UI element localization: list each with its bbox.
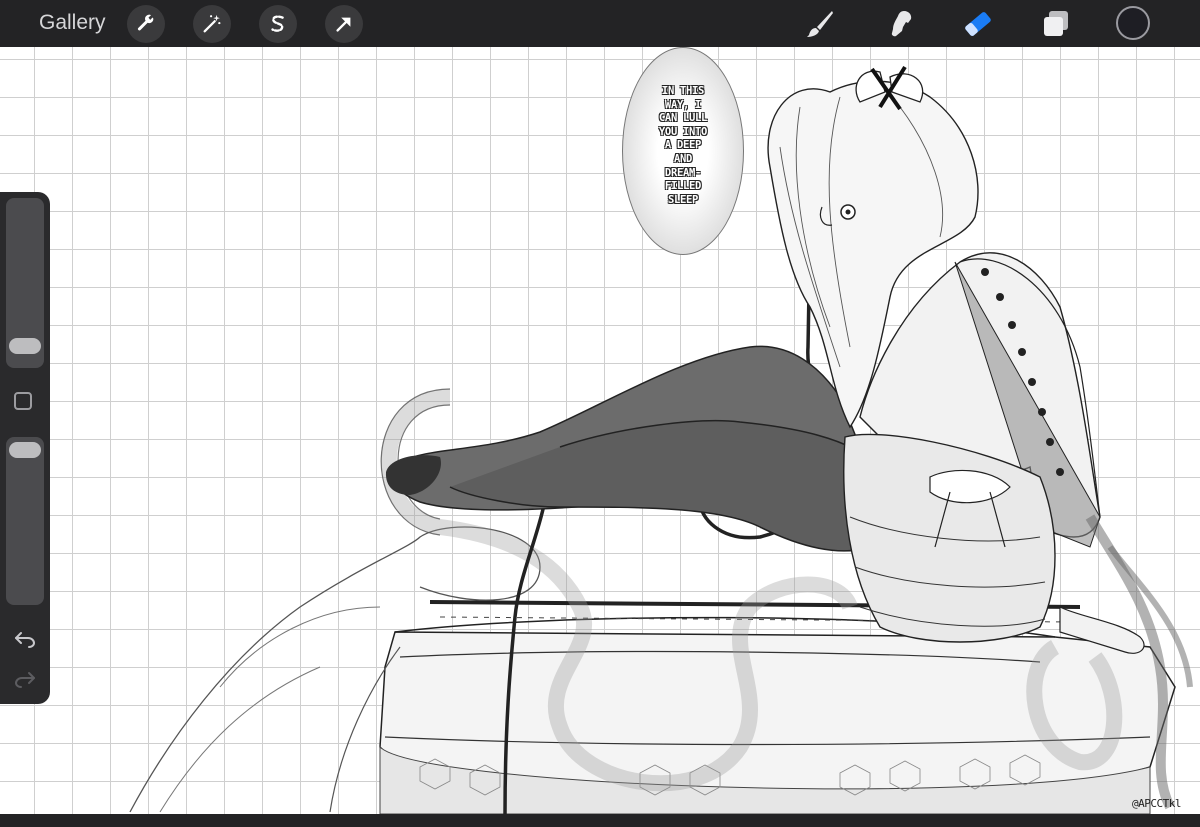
brush-size-thumb[interactable] xyxy=(9,338,41,354)
eraser-icon xyxy=(965,12,991,36)
wrench-icon xyxy=(137,14,154,31)
adjustments-button[interactable] xyxy=(193,5,231,43)
smudge-button[interactable] xyxy=(882,6,918,42)
brush-icon xyxy=(807,11,833,37)
bubble-line: FILLED xyxy=(664,180,702,193)
brush-size-slider[interactable] xyxy=(6,198,44,368)
selection-s-icon xyxy=(271,15,284,32)
bubble-line: YOU INTO xyxy=(658,125,708,138)
transform-button[interactable] xyxy=(325,5,363,43)
drawing-canvas[interactable]: IN THIS WAY, I CAN LULL YOU INTO A DEEP … xyxy=(0,47,1200,814)
smudge-icon xyxy=(891,11,912,37)
bubble-line: AND xyxy=(673,152,693,165)
modify-button[interactable] xyxy=(14,392,32,410)
layers-icon xyxy=(1044,11,1068,36)
eraser-button[interactable] xyxy=(960,6,996,42)
artwork-illustration xyxy=(129,65,1193,814)
opacity-slider[interactable] xyxy=(6,437,44,605)
actions-button[interactable] xyxy=(127,5,165,43)
left-sidebar xyxy=(0,192,50,704)
bubble-line: SLEEP xyxy=(667,193,699,206)
gallery-button[interactable]: Gallery xyxy=(39,11,106,35)
undo-icon[interactable] xyxy=(13,629,37,649)
opacity-thumb[interactable] xyxy=(9,442,41,458)
redo-icon[interactable] xyxy=(13,669,37,689)
magic-wand-icon xyxy=(203,14,221,33)
top-toolbar: Gallery xyxy=(0,0,1200,47)
brush-button[interactable] xyxy=(802,6,838,42)
bubble-line: DREAM- xyxy=(664,166,702,179)
layers-button[interactable] xyxy=(1038,6,1074,42)
speech-bubble-text: IN THIS WAY, I CAN LULL YOU INTO A DEEP … xyxy=(646,85,720,207)
artist-signature: @APCCTkl xyxy=(1132,797,1181,810)
transform-arrow-icon xyxy=(336,17,351,32)
bottom-bar xyxy=(0,814,1200,827)
selection-button[interactable] xyxy=(259,5,297,43)
color-picker-button[interactable] xyxy=(1116,6,1150,40)
bubble-line: WAY, I xyxy=(664,98,702,111)
bubble-line: IN THIS xyxy=(661,85,705,97)
bubble-line: A DEEP xyxy=(664,139,702,152)
bubble-line: CAN LULL xyxy=(658,112,708,125)
